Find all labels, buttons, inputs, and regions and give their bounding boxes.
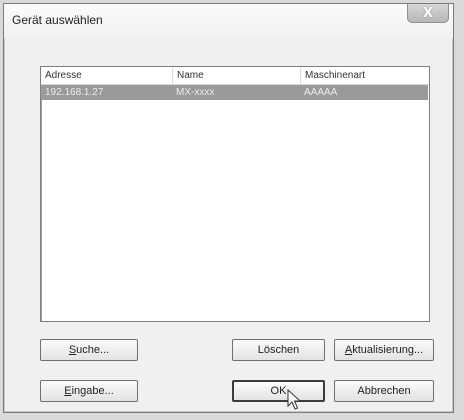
refresh-button[interactable]: Aktualisierung...	[334, 339, 434, 361]
ok-button-label: OK	[270, 385, 287, 397]
search-button-mnemonic: S	[68, 344, 77, 356]
input-button-mnemonic: E	[64, 385, 72, 397]
cancel-button-label: Abbrechen	[357, 385, 411, 397]
title-bar: Gerät auswählen X	[4, 4, 453, 38]
device-select-dialog: Gerät auswählen X Adresse Name Maschinen…	[3, 3, 454, 413]
close-icon: X	[422, 5, 434, 21]
column-header-machine-type[interactable]: Maschinenart	[301, 67, 429, 84]
cancel-button[interactable]: Abbrechen	[334, 380, 434, 402]
search-button-label: uche...	[76, 344, 110, 356]
device-list[interactable]: Adresse Name Maschinenart 192.168.1.27 M…	[40, 66, 430, 322]
input-button-label: ingabe...	[71, 385, 114, 397]
refresh-button-mnemonic: A	[344, 344, 353, 356]
search-button[interactable]: Suche...	[40, 339, 138, 361]
column-header-address[interactable]: Adresse	[41, 67, 173, 84]
close-button[interactable]: X	[407, 4, 449, 23]
dialog-title: Gerät auswählen	[12, 13, 103, 27]
table-row[interactable]: 192.168.1.27 MX-xxxx AAAAA	[42, 85, 428, 100]
column-header-name[interactable]: Name	[173, 67, 301, 84]
cell-machine-type: AAAAA	[304, 87, 338, 98]
cell-name: MX-xxxx	[176, 87, 215, 98]
delete-button[interactable]: Löschen	[232, 339, 325, 361]
delete-button-label: Löschen	[257, 344, 300, 356]
ok-button[interactable]: OK	[232, 380, 325, 402]
refresh-button-label: ktualisierung...	[352, 344, 424, 356]
cell-address: 192.168.1.27	[45, 87, 104, 98]
input-button[interactable]: Eingabe...	[40, 380, 138, 402]
list-header: Adresse Name Maschinenart	[41, 67, 429, 85]
